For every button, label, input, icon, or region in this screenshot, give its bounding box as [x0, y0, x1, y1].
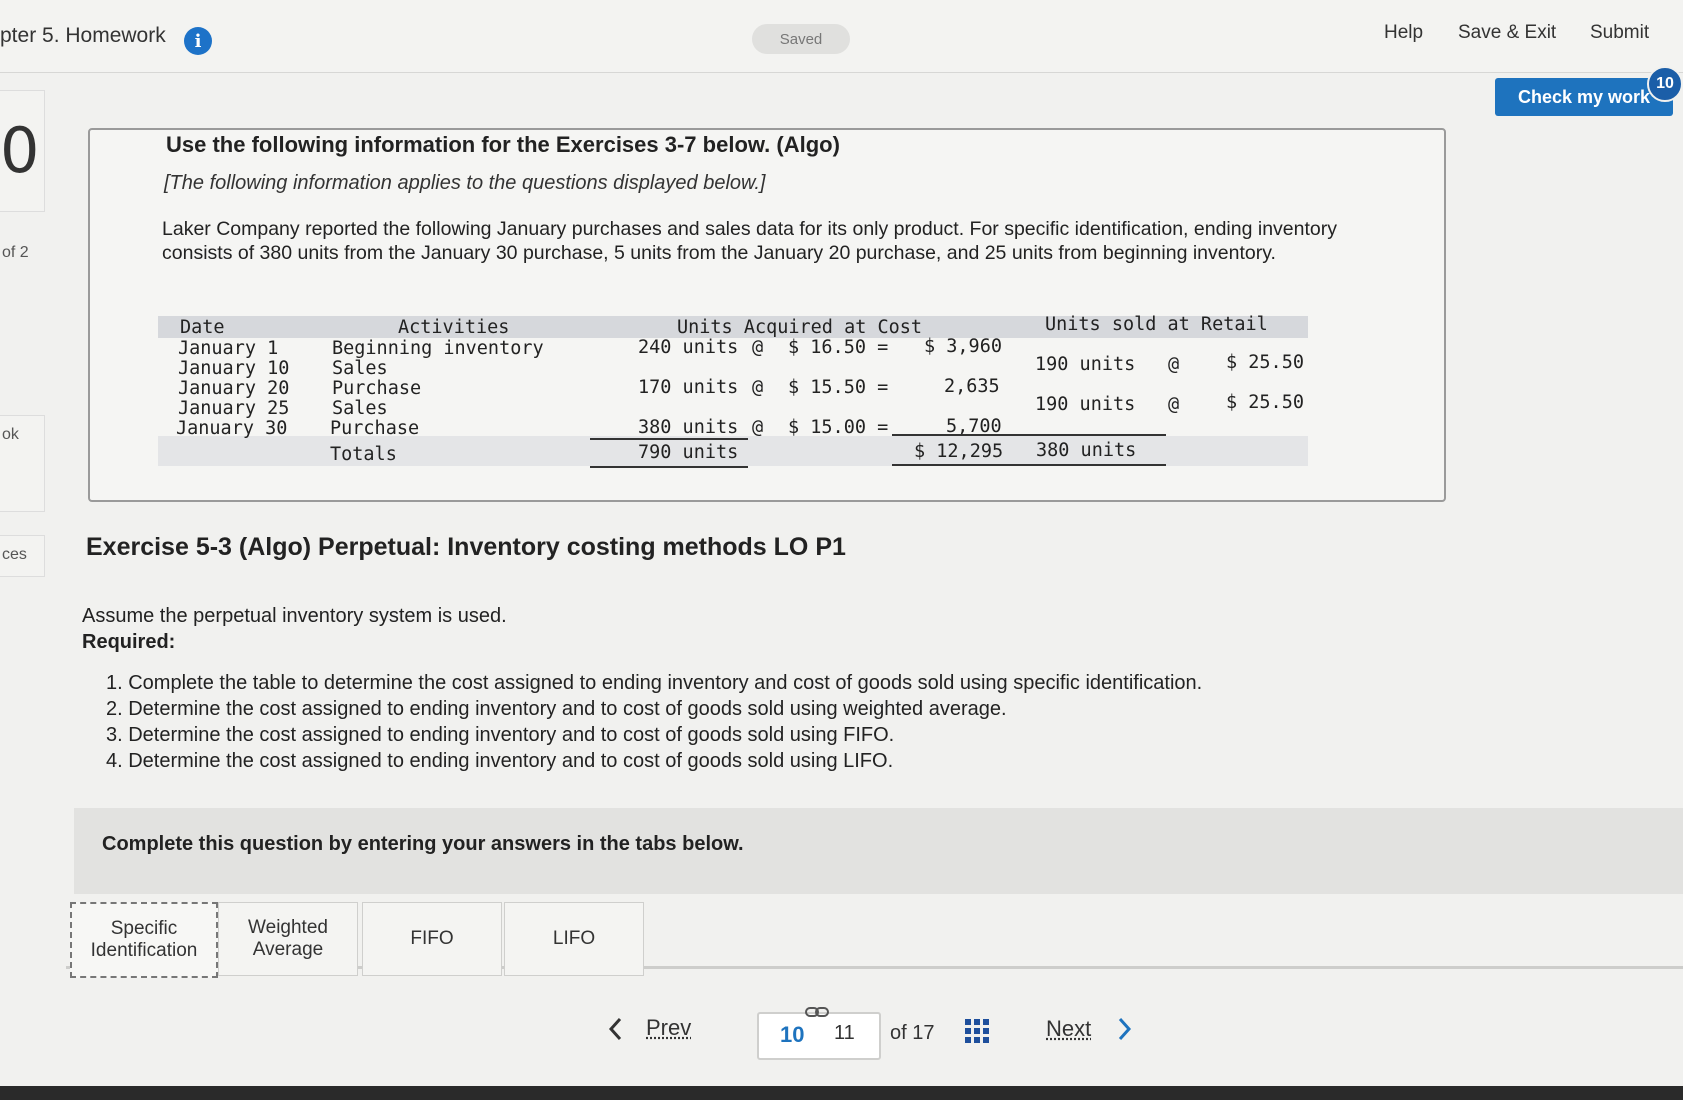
table-cell-date: January 1 [178, 338, 279, 359]
totals-sold-units: 380 units [1036, 440, 1137, 461]
table-cell-date: January 25 [178, 398, 290, 419]
table-cell-activity: Sales [332, 398, 388, 419]
prev-chevron-icon[interactable] [606, 1016, 624, 1048]
sidebar-item-ebook[interactable]: ok [2, 426, 19, 444]
table-cell-activity: Beginning inventory [332, 338, 544, 359]
requirement-item: 1. Complete the table to determine the c… [106, 672, 1203, 694]
complete-question-text: Complete this question by entering your … [102, 833, 744, 855]
prev-button[interactable]: Prev [646, 1015, 691, 1041]
next-chevron-icon[interactable] [1116, 1016, 1134, 1048]
tab-weighted-average[interactable]: Weighted Average [218, 902, 358, 976]
table-cell-sold-units: 190 units [1035, 394, 1136, 415]
table-cell-acq-at: @ [752, 337, 764, 358]
requirements-list: 1. Complete the table to determine the c… [106, 670, 1202, 774]
assignment-title: pter 5. Homework [0, 24, 166, 47]
table-cell-sold-at: @ [1168, 394, 1180, 415]
exercise-title: Exercise 5-3 (Algo) Perpetual: Inventory… [86, 533, 846, 561]
info-subheading: [The following information applies to th… [164, 172, 766, 194]
table-cell-sold-units: 190 units [1035, 354, 1136, 375]
table-cell-sold-price: $ 25.50 [1226, 392, 1304, 413]
underline-totals [892, 434, 1166, 436]
table-cell-sold-price: $ 25.50 [1226, 352, 1304, 373]
score-of-label: of 2 [2, 244, 29, 261]
requirement-item: 3. Determine the cost assigned to ending… [106, 724, 895, 746]
tab-fifo[interactable]: FIFO [362, 902, 502, 976]
next-button[interactable]: Next [1046, 1016, 1091, 1042]
table-cell-acq-cost: $ 16.50 = [788, 337, 889, 358]
totals-acq-total: $ 12,295 [914, 441, 1004, 462]
info-heading: Use the following information for the Ex… [166, 132, 840, 157]
next-page-number[interactable]: 11 [834, 1022, 855, 1045]
link-icon [804, 1005, 830, 1024]
table-cell-acq-at: @ [752, 417, 764, 438]
required-label: Required: [82, 631, 176, 653]
info-icon[interactable]: i [184, 27, 212, 55]
check-attempts-badge: 10 [1647, 66, 1683, 102]
col-header-activities: Activities [398, 317, 510, 338]
table-cell-date: January 30 [176, 418, 288, 439]
table-cell-acq-cost: $ 15.50 = [788, 377, 889, 398]
table-cell-acq-total: 2,635 [944, 376, 1000, 397]
info-paragraph: Laker Company reported the following Jan… [162, 218, 1337, 264]
save-exit-link[interactable]: Save & Exit [1458, 22, 1556, 44]
underline-units [590, 438, 748, 440]
table-cell-sold-at: @ [1168, 354, 1180, 375]
saved-indicator: Saved [752, 24, 850, 54]
page-total: of 17 [890, 1022, 935, 1044]
table-cell-acq-at: @ [752, 377, 764, 398]
table-cell-acq-units: 380 units [638, 417, 739, 438]
requirement-item: 2. Determine the cost assigned to ending… [106, 698, 1007, 720]
col-header-units-sold: Units sold at Retail [1045, 314, 1268, 335]
sidebar-item-resources[interactable]: ces [2, 546, 27, 564]
submit-link[interactable]: Submit [1590, 22, 1649, 44]
col-header-units-acquired: Units Acquired at Cost [677, 317, 923, 338]
score-number: 0 [0, 114, 40, 187]
table-cell-acq-cost: $ 15.00 = [788, 417, 889, 438]
totals-label: Totals [330, 444, 397, 465]
table-cell-acq-units: 170 units [638, 377, 739, 398]
table-cell-acq-units: 240 units [638, 337, 739, 358]
tab-specific-identification[interactable]: Specific Identification [70, 902, 218, 978]
table-cell-activity: Purchase [330, 418, 420, 439]
table-cell-date: January 20 [178, 378, 290, 399]
screen-bottom-edge [0, 1086, 1683, 1100]
requirement-item: 4. Determine the cost assigned to ending… [106, 750, 894, 772]
grid-icon[interactable] [964, 1018, 990, 1049]
tab-lifo[interactable]: LIFO [504, 902, 644, 976]
double-underline-units [590, 466, 748, 468]
totals-acq-units: 790 units [638, 442, 739, 463]
current-page-number: 10 [780, 1022, 805, 1047]
assume-text: Assume the perpetual inventory system is… [82, 605, 507, 627]
table-cell-acq-total: $ 3,960 [924, 336, 1002, 357]
help-link[interactable]: Help [1384, 22, 1423, 44]
table-cell-activity: Purchase [332, 378, 422, 399]
table-cell-date: January 10 [178, 358, 290, 379]
col-header-date: Date [180, 317, 225, 338]
table-cell-activity: Sales [332, 358, 388, 379]
double-underline-totals [892, 464, 1166, 466]
